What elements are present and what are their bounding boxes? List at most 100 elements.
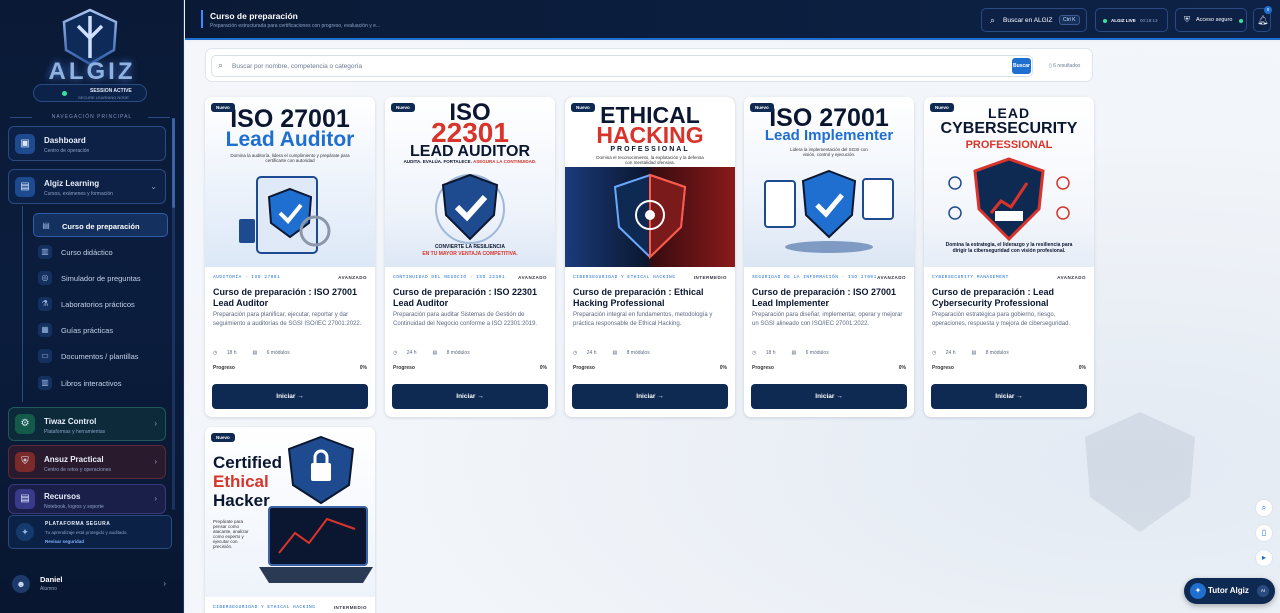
secure-platform-panel: ✦ PLATAFORMA SEGURA Tu aprendizaje está … (8, 515, 172, 549)
course-progress: Progreso 0% (932, 365, 1086, 371)
start-course-button[interactable]: Iniciar → (931, 384, 1087, 409)
notifications-button[interactable]: 🔔︎ 0 (1253, 6, 1272, 32)
course-card[interactable]: Nuevo ISO 22301 LEAD AUDITOR AUDITA. EVA… (385, 97, 555, 417)
subnav-item-laboratorios[interactable]: ⚗ Laboratorios prácticos (33, 292, 168, 316)
course-progress: Progreso 0% (573, 365, 727, 371)
subnav-item-simulador[interactable]: ◎ Simulador de preguntas (33, 266, 168, 290)
course-poster: Nuevo Certified Ethical Hacker Prepárate… (205, 427, 375, 597)
course-card[interactable]: Nuevo Certified Ethical Hacker Prepárate… (205, 427, 375, 613)
search-button[interactable]: Buscar (1012, 58, 1031, 74)
subnav-item-documentos[interactable]: ▭ Documentos / plantillas (33, 344, 168, 368)
platform-title: PLATAFORMA SEGURA (45, 521, 111, 527)
user-profile[interactable]: ☻ Daniel Alumno › (8, 566, 172, 602)
course-title: Curso de preparación : Ethical Hacking P… (573, 287, 704, 308)
course-category: AUDITORÍA · ISO 27001 AVANZADO (213, 275, 367, 280)
nav-item-ansuz-practical[interactable]: ⛨ Ansuz Practical Centro de retos y oper… (8, 445, 166, 479)
course-title: Curso de preparación : ISO 22301 Lead Au… (393, 287, 538, 308)
target-icon: ◎ (38, 271, 52, 285)
nav-label: Ansuz Practical (44, 455, 104, 464)
subnav-label: Curso de preparación (62, 222, 140, 231)
arrow-right-icon: → (1016, 393, 1023, 400)
floating-document-button[interactable]: ▯ (1255, 524, 1273, 542)
course-description: Preparación integral en fundamentos, met… (573, 312, 713, 327)
course-description: Preparación estratégica para gobierno, r… (932, 312, 1071, 327)
review-security-link[interactable]: Revisar seguridad (45, 539, 84, 544)
course-card[interactable]: Nuevo ISO 27001 Lead Auditor Domina la a… (205, 97, 375, 417)
start-course-button[interactable]: Iniciar → (751, 384, 907, 409)
book-icon: ▤ (39, 219, 53, 233)
avatar: ☻ (12, 575, 30, 593)
subnav-item-curso-didactico[interactable]: ▥ Curso didáctico (33, 240, 168, 264)
shield-clipboard-illustration (239, 176, 331, 254)
subnav-label: Documentos / plantillas (61, 352, 139, 361)
layers-icon: ▤ (612, 350, 618, 356)
subnav-item-curso-preparacion[interactable]: ▤ Curso de preparación (33, 213, 168, 237)
chevron-right-icon: › (154, 457, 157, 466)
search-icon: ⌕ (1261, 503, 1267, 512)
results-icon: ▯ (1049, 63, 1052, 69)
course-category: CIBERSEGURIDAD Y ETHICAL HACKING INTERMED… (213, 605, 367, 610)
live-label: ALGIZ LIVE (1111, 18, 1136, 23)
floating-play-button[interactable]: ▸ (1255, 549, 1273, 567)
start-course-button[interactable]: Iniciar → (572, 384, 728, 409)
subnav-item-guias[interactable]: ▦ Guías prácticas (33, 318, 168, 342)
live-dot-icon (1103, 19, 1107, 23)
clock-icon: ◷ (752, 350, 757, 356)
secure-access-button[interactable]: ⛨ Acceso seguro (1175, 8, 1247, 32)
clock-icon: ◷ (932, 350, 937, 356)
nav-label: Algiz Learning (44, 179, 100, 188)
course-poster: Nuevo ETHICAL HACKING PROFESSIONAL Domin… (565, 97, 735, 267)
layers-icon: ▤ (971, 350, 977, 356)
course-title: Curso de preparación : ISO 27001 Lead Im… (752, 287, 897, 308)
course-poster: Nuevo ISO 27001 Lead Auditor Domina la a… (205, 97, 375, 267)
nav-item-recursos[interactable]: ▤ Recursos Notebook, logros y soporte › (8, 484, 166, 514)
document-icon: ▯ (1261, 528, 1267, 537)
shortcut-badge: Ctrl K (1059, 15, 1080, 25)
search-bar: ⌕ Buscar ▯ 6 resultados (205, 48, 1093, 82)
main-content: ⌕ Buscar ▯ 6 resultados Nuevo ISO 27001 … (185, 42, 1280, 613)
flask-icon: ⚗ (38, 297, 52, 311)
course-card[interactable]: Nuevo LEAD CYBERSECURITY PROFESSIONAL Do… (924, 97, 1094, 417)
clock-icon: ◷ (213, 350, 218, 356)
resources-icon: ▤ (15, 489, 35, 509)
floating-search-button[interactable]: ⌕ (1255, 499, 1273, 517)
nav-item-algiz-learning[interactable]: ▤ Algiz Learning Cursos, exámenes y form… (8, 169, 166, 204)
tutor-algiz-button[interactable]: ✦ Tutor Algiz AI (1184, 578, 1275, 604)
search-input[interactable] (232, 59, 1002, 74)
user-name: Daniel (40, 575, 63, 584)
laptop-lock-illustration (259, 435, 373, 583)
chevron-right-icon: › (154, 419, 157, 428)
nav-label: Dashboard (44, 136, 86, 145)
nav-label: Tiwaz Control (44, 417, 97, 426)
page-subtitle: Preparación estructurada para certificac… (210, 23, 381, 29)
course-level: AVANZADO (338, 275, 367, 280)
course-card[interactable]: Nuevo ETHICAL HACKING PROFESSIONAL Domin… (565, 97, 735, 417)
status-dot-icon (1239, 19, 1243, 23)
result-count: ▯ 6 resultados (1049, 63, 1081, 69)
chevron-down-icon: ⌄ (150, 181, 157, 191)
chat-icon: ✦ (1190, 583, 1206, 599)
clock-icon: ◷ (393, 350, 398, 356)
shield-devices-illustration (764, 169, 894, 253)
session-title: SESSION ACTIVE (90, 88, 132, 94)
course-progress: Progreso 0% (213, 365, 367, 371)
course-poster: Nuevo ISO 27001 Lead Implementer Lidera … (744, 97, 914, 267)
nav-item-tiwaz-control[interactable]: ⚙ Tiwaz Control Plataformas y herramient… (8, 407, 166, 441)
start-course-button[interactable]: Iniciar → (212, 384, 368, 409)
clock-icon: ◷ (573, 350, 578, 356)
course-card[interactable]: Nuevo ISO 27001 Lead Implementer Lidera … (744, 97, 914, 417)
subnav-item-libros[interactable]: ▥ Libros interactivos (33, 371, 168, 395)
start-course-button[interactable]: Iniciar → (392, 384, 548, 409)
nav-item-dashboard[interactable]: ▣ Dashboard Centro de operación (8, 126, 166, 161)
sidebar-scrollbar[interactable] (172, 118, 175, 510)
nav-sublabel: Plataformas y herramientas (44, 429, 106, 435)
course-category: SEGURIDAD DE LA INFORMACIÓN · ISO 27001 A… (752, 275, 906, 280)
global-search-button[interactable]: ⌕ Buscar en ALGIZ Ctrl K (981, 8, 1087, 32)
layers-icon: ▤ (252, 350, 258, 356)
nav-sublabel: Notebook, logros y soporte (44, 504, 104, 510)
layers-icon: ▤ (791, 350, 797, 356)
course-category: CIBERSEGURIDAD Y ETHICAL HACKING INTERMED… (573, 275, 727, 280)
search-icon: ⌕ (990, 15, 996, 25)
new-badge: Nuevo (571, 103, 595, 112)
new-badge: Nuevo (211, 103, 235, 112)
